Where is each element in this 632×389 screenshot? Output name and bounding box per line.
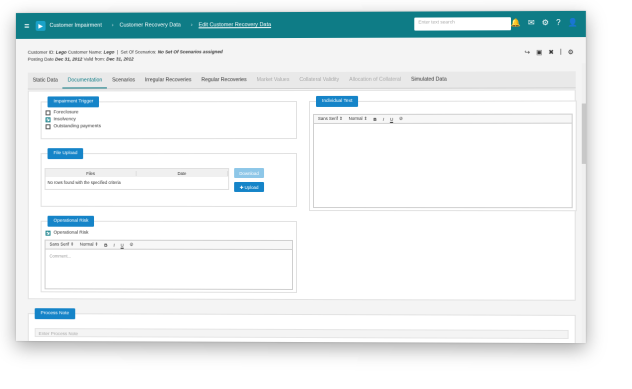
bold-icon[interactable]: B bbox=[373, 116, 376, 121]
tab-market-values: Market Values bbox=[256, 77, 290, 84]
font-size-select[interactable]: Normal ⇕ bbox=[349, 116, 368, 122]
foreclosure-label: Foreclosure bbox=[53, 110, 79, 116]
header-actions: ↪ ▣ ✖ | ⚙ bbox=[525, 48, 574, 56]
scenarios-label: Set Of Scenarios: bbox=[120, 49, 157, 55]
operational-risk-title: Operational Risk bbox=[47, 215, 95, 227]
impairment-trigger-section: Impairment Trigger Foreclosure ✓ Insolve… bbox=[40, 96, 298, 140]
breadcrumb-edit-customer-recovery-data[interactable]: Edit Customer Recovery Data bbox=[199, 22, 272, 28]
settings-icon[interactable]: ⚙ bbox=[568, 48, 574, 56]
font-family-select[interactable]: Sans Serif ⇕ bbox=[50, 242, 74, 248]
valid-from-value: Dec 31, 2012 bbox=[106, 56, 134, 62]
insolvency-label: Insolvency bbox=[53, 117, 76, 123]
file-upload-section: File Upload Files Date No rows found wit… bbox=[40, 148, 298, 207]
operational-risk-checkbox[interactable]: ✓ bbox=[45, 230, 51, 236]
vertical-scrollbar[interactable] bbox=[581, 63, 586, 344]
tab-regular-recoveries[interactable]: Regular Recoveries bbox=[196, 72, 251, 88]
files-table-header: Files Date bbox=[45, 169, 229, 177]
gear-icon[interactable]: ⚙ bbox=[542, 18, 549, 27]
customer-name-value: Lego bbox=[103, 49, 115, 55]
customer-id-value: Lego bbox=[55, 49, 67, 55]
upload-button[interactable]: ✚ Upload bbox=[234, 181, 265, 192]
top-bar: ≡ ▶ Customer Impairment › Customer Recov… bbox=[15, 10, 586, 39]
bell-icon[interactable]: 🔔 bbox=[511, 18, 521, 27]
files-empty-message: No rows found with the specified criteri… bbox=[47, 179, 121, 185]
process-note-section: Process Note Enter Process Note bbox=[27, 308, 576, 344]
tab-documentation[interactable]: Documentation bbox=[62, 72, 108, 89]
breadcrumb-customer-recovery-data[interactable]: Customer Recovery Data bbox=[120, 22, 181, 28]
font-size-select[interactable]: Normal ⇕ bbox=[80, 242, 98, 248]
impairment-trigger-title: Impairment Trigger bbox=[47, 96, 100, 108]
documentation-panel: Impairment Trigger Foreclosure ✓ Insolve… bbox=[27, 89, 577, 301]
file-upload-title: File Upload bbox=[47, 148, 84, 160]
italic-icon[interactable]: I bbox=[383, 116, 384, 121]
clean-format-icon[interactable]: ⊘ bbox=[130, 242, 134, 248]
app-logo-icon: ▶ bbox=[35, 20, 46, 31]
editor-toolbar: Sans Serif ⇕ Normal ⇕ B I U ⊘ bbox=[45, 240, 293, 250]
tab-scenarios[interactable]: Scenarios bbox=[107, 72, 140, 88]
files-table: Files Date No rows found with the specif… bbox=[44, 168, 230, 190]
tab-bar: Static Data Documentation Scenarios Irre… bbox=[27, 71, 576, 90]
clean-format-icon[interactable]: ⊘ bbox=[399, 116, 403, 122]
customer-id-label: Customer ID: bbox=[27, 49, 55, 55]
user-icon[interactable]: 👤 bbox=[568, 18, 578, 27]
italic-icon[interactable]: I bbox=[113, 242, 114, 247]
bold-icon[interactable]: B bbox=[104, 242, 107, 247]
operational-risk-editor[interactable]: Sans Serif ⇕ Normal ⇕ B I U ⊘ Comment... bbox=[44, 239, 294, 290]
tab-static-data[interactable]: Static Data bbox=[28, 73, 63, 89]
comment-placeholder: Comment... bbox=[49, 253, 71, 259]
upload-button-label: Upload bbox=[244, 184, 259, 190]
posting-date-label: Posting Date bbox=[27, 56, 54, 62]
operational-risk-option[interactable]: ✓ Operational Risk bbox=[45, 230, 89, 236]
scenarios-value: No Set Of Scenarios assigned bbox=[157, 49, 223, 55]
insolvency-checkbox[interactable]: ✓ bbox=[45, 117, 51, 123]
individual-text-section: Individual Text Sans Serif ⇕ Normal ⇕ B … bbox=[309, 95, 577, 212]
individual-text-editor[interactable]: Sans Serif ⇕ Normal ⇕ B I U ⊘ bbox=[313, 113, 573, 209]
search-input[interactable]: Enter text search bbox=[414, 17, 511, 31]
foreclosure-option[interactable]: Foreclosure bbox=[45, 110, 101, 116]
font-family-select[interactable]: Sans Serif ⇕ bbox=[318, 116, 343, 122]
customer-header: Customer ID: Lego Customer Name: Lego | … bbox=[27, 49, 223, 62]
posting-date-value: Dec 31, 2012 bbox=[55, 56, 83, 62]
foreclosure-checkbox[interactable] bbox=[45, 110, 51, 116]
valid-from-label: Valid from: bbox=[83, 56, 106, 62]
outstanding-payments-checkbox[interactable] bbox=[45, 124, 51, 130]
column-files[interactable]: Files bbox=[45, 170, 137, 176]
outstanding-payments-label: Outstanding payments bbox=[53, 124, 101, 130]
share-icon[interactable]: ↪ bbox=[525, 48, 531, 56]
operational-risk-label: Operational Risk bbox=[53, 230, 89, 236]
underline-icon[interactable]: U bbox=[390, 116, 393, 121]
process-note-title: Process Note bbox=[34, 308, 76, 320]
download-button[interactable]: Download bbox=[234, 168, 265, 178]
operational-risk-section: Operational Risk ✓ Operational Risk Sans… bbox=[40, 215, 298, 293]
breadcrumb-separator: › bbox=[190, 22, 193, 29]
individual-text-title: Individual Text bbox=[316, 95, 359, 107]
scrollbar-thumb[interactable] bbox=[581, 103, 586, 164]
breadcrumb-separator: › bbox=[111, 22, 114, 29]
hamburger-menu-icon[interactable]: ≡ bbox=[18, 21, 36, 31]
underline-icon[interactable]: U bbox=[121, 242, 124, 247]
app-window: ≡ ▶ Customer Impairment › Customer Recov… bbox=[15, 10, 586, 344]
outstanding-payments-option[interactable]: Outstanding payments bbox=[45, 124, 101, 130]
tab-allocation-of-collateral: Allocation of Collateral bbox=[349, 76, 401, 83]
help-icon[interactable]: ? bbox=[556, 18, 561, 27]
close-icon[interactable]: ✖ bbox=[548, 48, 554, 56]
customer-name-label: Customer Name: bbox=[67, 49, 103, 55]
divider: | bbox=[559, 48, 562, 56]
topbar-icons: 🔔 ✉ ⚙ ? 👤 bbox=[511, 18, 578, 27]
breadcrumb-customer-impairment[interactable]: Customer Impairment bbox=[50, 23, 102, 29]
editor-toolbar: Sans Serif ⇕ Normal ⇕ B I U ⊘ bbox=[314, 114, 572, 124]
main-content: Customer ID: Lego Customer Name: Lego | … bbox=[15, 37, 586, 344]
process-note-input[interactable]: Enter Process Note bbox=[34, 328, 569, 340]
insolvency-option[interactable]: ✓ Insolvency bbox=[45, 117, 101, 123]
tab-simulated-data[interactable]: Simulated Data bbox=[406, 72, 452, 88]
column-date[interactable]: Date bbox=[136, 170, 229, 176]
save-icon[interactable]: ▣ bbox=[536, 48, 542, 56]
tab-irregular-recoveries[interactable]: Irregular Recoveries bbox=[140, 72, 196, 88]
mail-icon[interactable]: ✉ bbox=[528, 18, 535, 27]
tab-collateral-validity: Collateral Validity bbox=[299, 76, 340, 83]
plus-icon: ✚ bbox=[239, 184, 244, 190]
